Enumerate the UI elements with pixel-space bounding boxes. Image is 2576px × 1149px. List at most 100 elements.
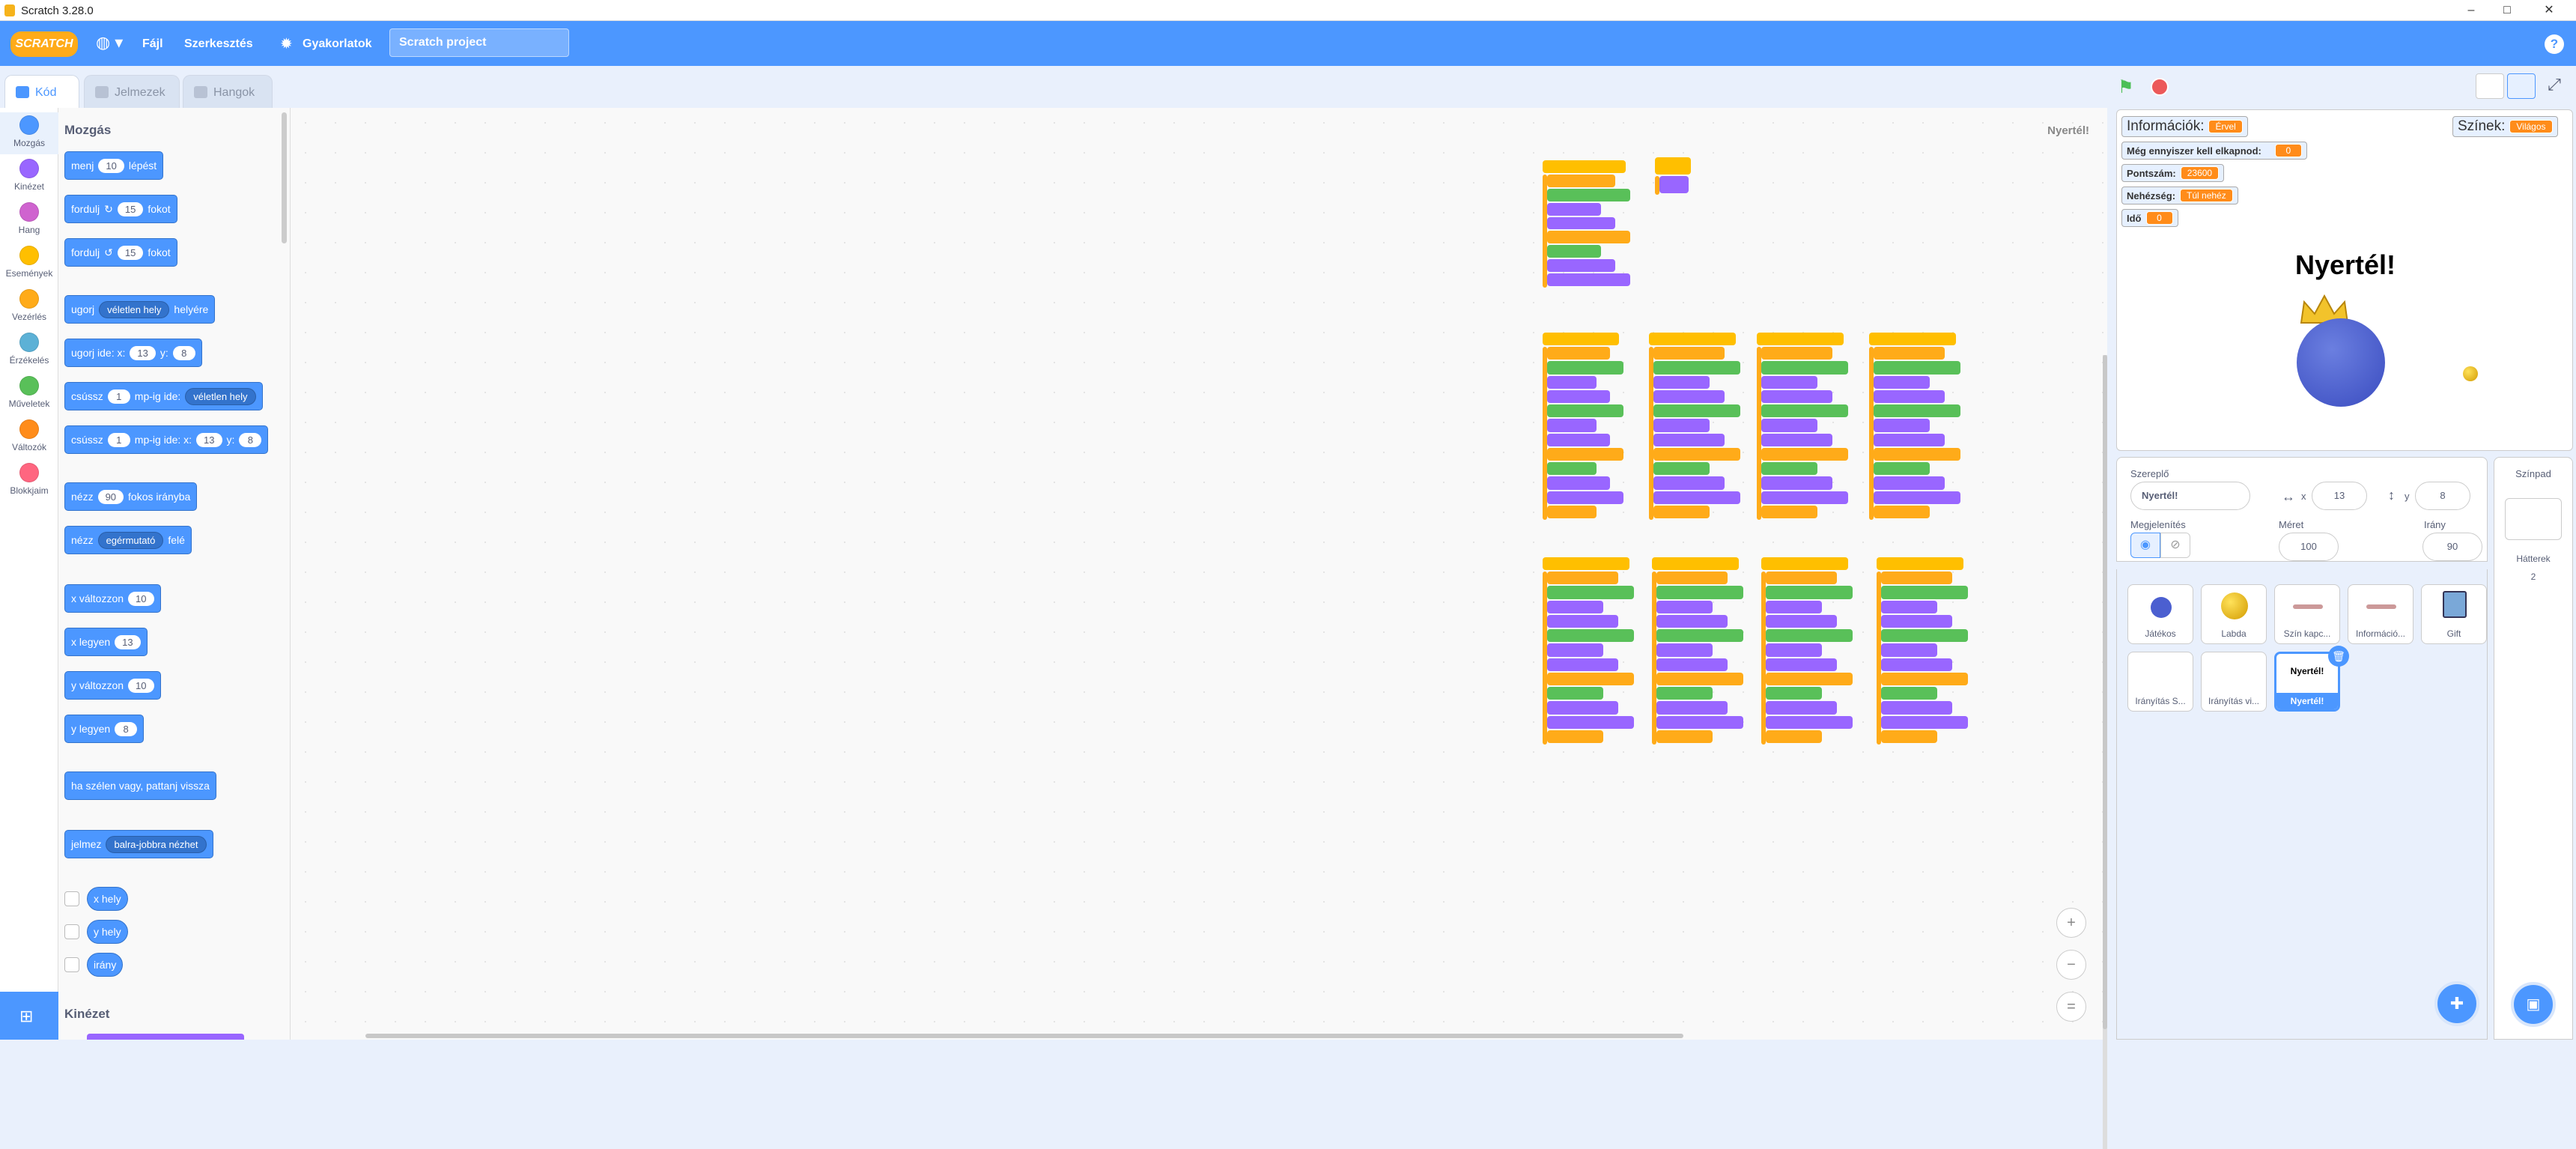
seconds-input[interactable]: 1 — [107, 389, 130, 404]
change-x-input[interactable]: 10 — [128, 591, 154, 606]
script-block[interactable] — [1761, 347, 1833, 360]
script-stack[interactable] — [1869, 333, 1971, 520]
script-block[interactable] — [1653, 347, 1725, 360]
script-block[interactable] — [1766, 672, 1853, 686]
script-block[interactable] — [1547, 462, 1597, 476]
turn-right-block[interactable]: fordulj ↻ 15 fokot — [64, 195, 177, 223]
script-block[interactable] — [1547, 404, 1623, 418]
sprite-tile-gift[interactable]: Gift — [2421, 584, 2487, 644]
script-block[interactable] — [1761, 404, 1848, 418]
script-block[interactable] — [1656, 701, 1728, 715]
green-flag-icon[interactable]: ⚑ — [2118, 76, 2136, 97]
script-block[interactable] — [1881, 643, 1937, 657]
workspace-vscrollbar[interactable] — [2103, 355, 2107, 1029]
move-steps-block[interactable]: menj 10 lépést — [64, 151, 164, 180]
direction-input[interactable]: 90 — [2422, 533, 2482, 561]
script-block[interactable] — [1656, 614, 1728, 628]
script-block[interactable] — [1656, 586, 1743, 599]
script-stack[interactable] — [1652, 557, 1754, 745]
script-block[interactable] — [1766, 572, 1838, 585]
script-block[interactable] — [1547, 629, 1634, 643]
script-block[interactable] — [1874, 433, 1945, 446]
script-block[interactable] — [1761, 491, 1848, 504]
set-x-input[interactable]: 13 — [115, 634, 141, 649]
script-block[interactable] — [1547, 188, 1630, 201]
script-block[interactable] — [1543, 160, 1626, 173]
glide-xy-block[interactable]: csússz 1 mp-ig ide: x: 13 y: 8 — [64, 425, 269, 454]
script-stack[interactable] — [1543, 557, 1644, 745]
script-block[interactable] — [1547, 419, 1597, 432]
category-motion[interactable]: Mozgás — [0, 112, 58, 154]
glide-target-dropdown[interactable]: véletlen hely — [185, 387, 256, 405]
change-y-block[interactable]: y változzon 10 — [64, 671, 161, 700]
script-block[interactable] — [1653, 505, 1710, 518]
script-workspace[interactable]: Nyertél! + − = — [291, 108, 2107, 1149]
script-block[interactable] — [1869, 333, 1956, 346]
stage-backdrop-panel[interactable]: Színpad Hátterek 2 ▣ — [2494, 457, 2573, 1040]
script-block[interactable] — [1766, 614, 1838, 628]
script-block[interactable] — [1547, 389, 1610, 404]
script-block[interactable] — [1656, 672, 1743, 686]
small-stage-button[interactable] — [2476, 73, 2504, 99]
script-block[interactable] — [1653, 404, 1740, 418]
sprite-tile-labda[interactable]: Labda — [2201, 584, 2267, 644]
x-input[interactable]: 13 — [196, 432, 222, 447]
script-block[interactable] — [1547, 658, 1619, 671]
sprite-name-input[interactable]: Nyertél! — [2130, 482, 2250, 510]
script-stack[interactable] — [1761, 557, 1863, 745]
script-block[interactable] — [1874, 404, 1960, 418]
script-block[interactable] — [1877, 557, 1963, 571]
script-block[interactable] — [1874, 476, 1945, 490]
script-block[interactable] — [1761, 375, 1817, 389]
maximize-button[interactable]: □ — [2492, 1, 2522, 19]
script-block[interactable] — [1766, 715, 1853, 729]
x-position-reporter[interactable]: x hely — [87, 887, 128, 911]
set-y-input[interactable]: 8 — [115, 721, 138, 736]
backdrop-thumbnail[interactable] — [2505, 498, 2562, 540]
script-block[interactable] — [1547, 491, 1623, 504]
script-block[interactable] — [1547, 715, 1634, 729]
zoom-in-button[interactable]: + — [2056, 908, 2086, 938]
delete-sprite-icon[interactable]: 🗑 — [2328, 646, 2349, 667]
y-input[interactable]: 8 — [239, 432, 262, 447]
zoom-reset-button[interactable]: = — [2056, 992, 2086, 1022]
add-backdrop-button[interactable]: ▣ — [2511, 982, 2556, 1027]
script-block[interactable] — [1761, 361, 1848, 375]
normal-stage-button[interactable] — [2507, 73, 2536, 99]
script-block[interactable] — [1547, 572, 1619, 585]
script-block[interactable] — [1761, 505, 1817, 518]
script-block[interactable] — [1547, 231, 1630, 244]
script-stack[interactable] — [1543, 160, 1640, 288]
script-block[interactable] — [1874, 462, 1930, 476]
language-globe-icon[interactable]: ◍ ▾ — [96, 33, 126, 54]
scratch-logo[interactable]: SCRATCH — [10, 31, 78, 57]
x-input[interactable]: 13 — [2312, 482, 2367, 510]
close-window-button[interactable]: ✕ — [2534, 1, 2564, 19]
script-block[interactable] — [1761, 419, 1817, 432]
script-block[interactable] — [1656, 658, 1728, 671]
script-block[interactable] — [1659, 176, 1689, 193]
script-block[interactable] — [1547, 476, 1610, 490]
script-block[interactable] — [1547, 202, 1601, 216]
script-block[interactable] — [1656, 643, 1713, 657]
sprite-tile-iranyitas-vi[interactable]: Irányítás vi... — [2201, 652, 2267, 712]
script-block[interactable] — [1547, 245, 1601, 258]
script-block[interactable] — [1653, 433, 1725, 446]
sprite-tile-jatekos[interactable]: Játékos — [2127, 584, 2193, 644]
script-block[interactable] — [1881, 687, 1937, 700]
y-input[interactable]: 8 — [2415, 482, 2470, 510]
tab-code[interactable]: Kód — [4, 75, 79, 109]
script-block[interactable] — [1874, 361, 1960, 375]
size-input[interactable]: 100 — [2279, 533, 2339, 561]
point-direction-block[interactable]: nézz 90 fokos irányba — [64, 482, 198, 511]
script-block[interactable] — [1547, 347, 1610, 360]
script-block[interactable] — [1547, 687, 1603, 700]
script-block[interactable] — [1766, 600, 1822, 613]
script-stack[interactable] — [1543, 333, 1632, 520]
category-control[interactable]: Vezérlés — [0, 286, 58, 328]
script-block[interactable] — [1656, 687, 1713, 700]
stop-icon[interactable] — [2151, 78, 2169, 96]
set-y-block[interactable]: y legyen 8 — [64, 715, 145, 743]
rotation-style-dropdown[interactable]: balra-jobbra nézhet — [106, 835, 207, 853]
direction-input[interactable]: 90 — [97, 489, 124, 504]
